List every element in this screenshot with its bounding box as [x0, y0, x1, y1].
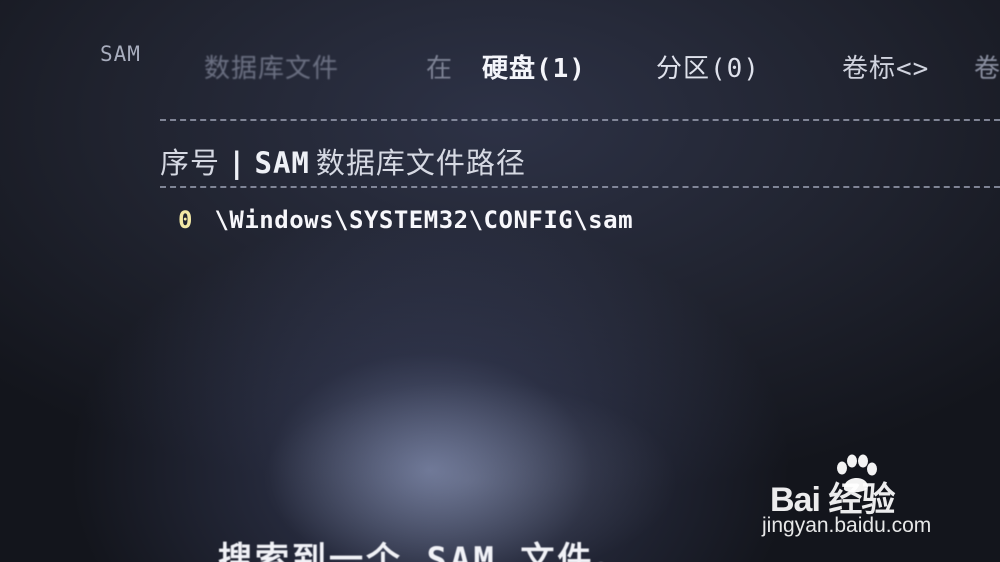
- table-column-header: 序号 | SAM 数据库文件路径: [160, 140, 526, 182]
- column-path-label: 数据库文件路径: [315, 146, 526, 180]
- header-disk-label: 硬盘(1): [482, 54, 586, 84]
- baidu-watermark: Bai 经验 jingyan.baidu.com: [762, 454, 972, 544]
- table-row[interactable]: 0 \Windows\SYSTEM32\CONFIG\sam: [178, 206, 633, 234]
- status-header: SAM 数据库文件 在 硬盘(1) 分区(0) 卷标<> 卷: [0, 0, 1000, 110]
- row-sam-path: \Windows\SYSTEM32\CONFIG\sam: [214, 206, 634, 234]
- divider-header: [160, 186, 1000, 188]
- column-sam-label: SAM: [254, 146, 310, 180]
- header-truncated-label: 卷: [974, 54, 1000, 84]
- status-message: 搜索到一个 SAM 文件。: [218, 540, 632, 562]
- header-at-label: 在: [426, 54, 454, 84]
- watermark-url: jingyan.baidu.com: [762, 514, 932, 537]
- header-volume-label: 卷标<>: [842, 54, 930, 84]
- column-index-label: 序号: [160, 146, 221, 180]
- header-db-file-label: 数据库文件: [204, 54, 340, 84]
- header-sam-label: SAM: [100, 42, 141, 66]
- terminal-screen: SAM 数据库文件 在 硬盘(1) 分区(0) 卷标<> 卷 序号 | SAM 数据库…: [0, 0, 1000, 562]
- divider-top: [160, 119, 1000, 121]
- header-partition-label: 分区(0): [656, 54, 760, 84]
- column-separator: |: [228, 146, 247, 180]
- row-index: 0: [178, 206, 193, 234]
